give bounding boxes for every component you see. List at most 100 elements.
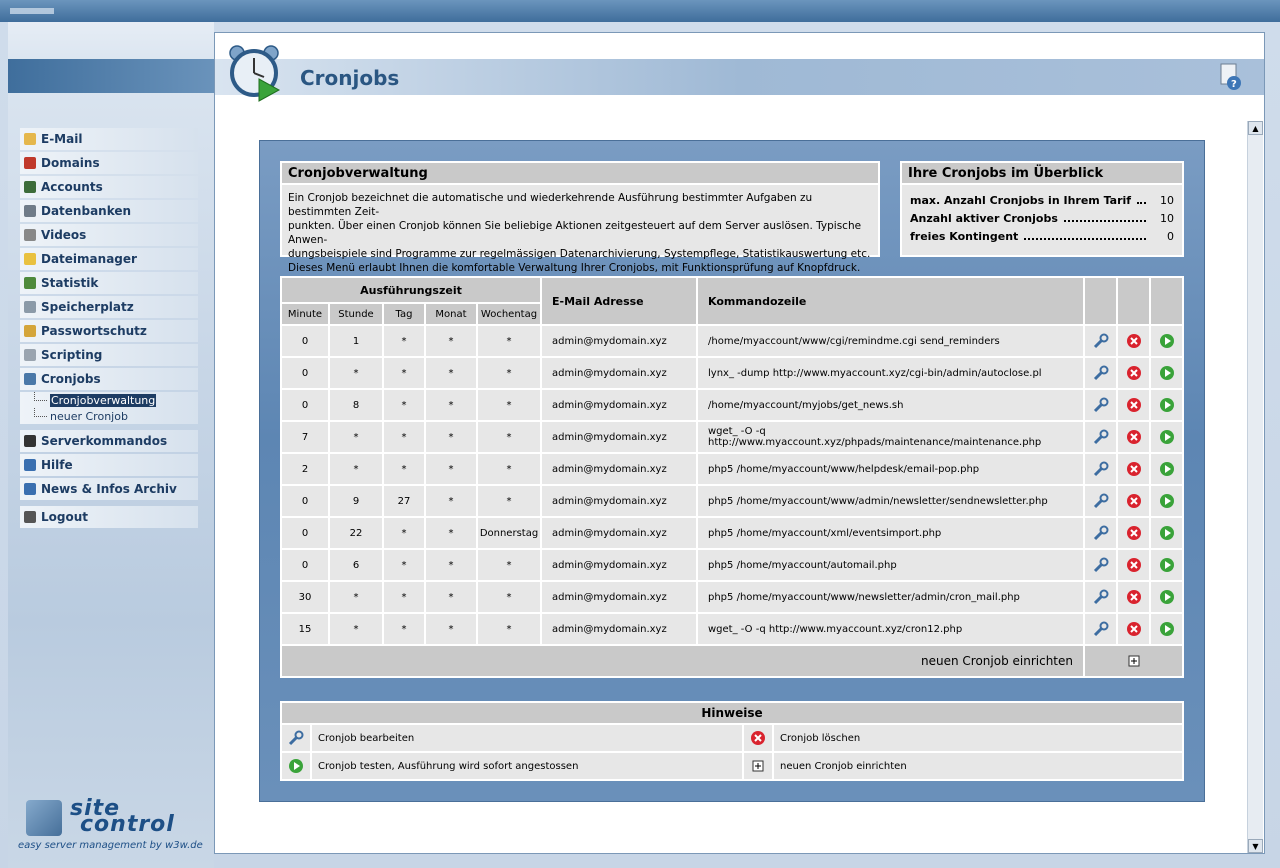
delete-button[interactable] xyxy=(1116,548,1151,582)
play-icon[interactable] xyxy=(1159,429,1175,445)
terminal-icon xyxy=(24,435,36,447)
delete-icon[interactable] xyxy=(1126,493,1142,509)
hint-run-label: Cronjob testen, Ausführung wird sofort a… xyxy=(310,751,744,781)
edit-button[interactable] xyxy=(1083,484,1118,518)
sidebar-item-e-mail[interactable]: E-Mail xyxy=(20,128,198,150)
delete-icon[interactable] xyxy=(1126,589,1142,605)
delete-button[interactable] xyxy=(1116,516,1151,550)
sidebar-item-accounts[interactable]: Accounts xyxy=(20,176,198,198)
wrench-icon[interactable] xyxy=(1093,333,1109,349)
edit-button[interactable] xyxy=(1083,388,1118,422)
wrench-icon[interactable] xyxy=(1093,557,1109,573)
run-button[interactable] xyxy=(1149,452,1184,486)
cell-stunde: 8 xyxy=(328,388,384,422)
sidebar-item-speicherplatz[interactable]: Speicherplatz xyxy=(20,296,198,318)
run-button[interactable] xyxy=(1149,580,1184,614)
edit-button[interactable] xyxy=(1083,580,1118,614)
sidebar-item-scripting[interactable]: Scripting xyxy=(20,344,198,366)
delete-button[interactable] xyxy=(1116,612,1151,646)
delete-button[interactable] xyxy=(1116,324,1151,358)
wrench-icon[interactable] xyxy=(1093,589,1109,605)
play-icon[interactable] xyxy=(1159,557,1175,573)
play-icon[interactable] xyxy=(1159,589,1175,605)
overview-row: freies Kontingent 0 xyxy=(910,227,1174,245)
delete-icon[interactable] xyxy=(1126,429,1142,445)
run-button[interactable] xyxy=(1149,516,1184,550)
edit-button[interactable] xyxy=(1083,452,1118,486)
window-tag xyxy=(10,8,54,14)
run-button[interactable] xyxy=(1149,420,1184,454)
delete-icon[interactable] xyxy=(1126,461,1142,477)
play-icon[interactable] xyxy=(1159,397,1175,413)
run-button[interactable] xyxy=(1149,356,1184,390)
run-button[interactable] xyxy=(1149,484,1184,518)
scroll-down-button[interactable]: ▼ xyxy=(1248,839,1263,853)
cell-monat: * xyxy=(424,388,478,422)
edit-button[interactable] xyxy=(1083,324,1118,358)
play-icon[interactable] xyxy=(1159,333,1175,349)
play-icon[interactable] xyxy=(1159,493,1175,509)
edit-button[interactable] xyxy=(1083,356,1118,390)
wrench-icon[interactable] xyxy=(1093,429,1109,445)
scroll-up-button[interactable]: ▲ xyxy=(1248,121,1263,135)
sidebar-item-datenbanken[interactable]: Datenbanken xyxy=(20,200,198,222)
add-cronjob-button[interactable] xyxy=(1083,644,1184,678)
sidebar-item-label: Logout xyxy=(41,510,89,524)
sidebar-band xyxy=(8,59,214,93)
folder-icon xyxy=(24,253,36,265)
cell-email: admin@mydomain.xyz xyxy=(540,548,698,582)
sidebar-item-dateimanager[interactable]: Dateimanager xyxy=(20,248,198,270)
cell-wochentag: * xyxy=(476,388,542,422)
delete-icon[interactable] xyxy=(1126,557,1142,573)
sidebar-item-news-infos-archiv[interactable]: News & Infos Archiv xyxy=(20,478,198,500)
plus-box-icon[interactable] xyxy=(1126,653,1142,669)
wrench-icon[interactable] xyxy=(1093,493,1109,509)
info-icon xyxy=(24,483,36,495)
group-header: Ausführungszeit xyxy=(280,276,542,304)
sidebar-item-statistik[interactable]: Statistik xyxy=(20,272,198,294)
run-button[interactable] xyxy=(1149,612,1184,646)
delete-icon[interactable] xyxy=(1126,365,1142,381)
wrench-icon[interactable] xyxy=(1093,525,1109,541)
run-button[interactable] xyxy=(1149,324,1184,358)
sidebar-item-passwortschutz[interactable]: Passwortschutz xyxy=(20,320,198,342)
sidebar-item-serverkommandos[interactable]: Serverkommandos xyxy=(20,430,198,452)
table-row: 7 * * * * admin@mydomain.xyz wget_ -O -q http:… xyxy=(280,420,1184,454)
edit-button[interactable] xyxy=(1083,516,1118,550)
delete-icon[interactable] xyxy=(1126,525,1142,541)
play-icon[interactable] xyxy=(1159,621,1175,637)
sidebar-item-videos[interactable]: Videos xyxy=(20,224,198,246)
run-button[interactable] xyxy=(1149,548,1184,582)
logout-button[interactable]: Logout xyxy=(20,506,198,528)
edit-button[interactable] xyxy=(1083,612,1118,646)
delete-button[interactable] xyxy=(1116,420,1151,454)
sidebar-item-cronjobs[interactable]: Cronjobs xyxy=(20,368,198,390)
edit-button[interactable] xyxy=(1083,420,1118,454)
wrench-icon[interactable] xyxy=(1093,461,1109,477)
wrench-icon[interactable] xyxy=(1093,621,1109,637)
delete-icon[interactable] xyxy=(1126,333,1142,349)
sidebar-item-hilfe[interactable]: Hilfe xyxy=(20,454,198,476)
play-icon[interactable] xyxy=(1159,365,1175,381)
wrench-icon[interactable] xyxy=(1093,397,1109,413)
delete-button[interactable] xyxy=(1116,388,1151,422)
delete-icon[interactable] xyxy=(1126,621,1142,637)
play-icon[interactable] xyxy=(1159,461,1175,477)
submenu-cronjobverwaltung[interactable]: Cronjobverwaltung xyxy=(20,392,198,408)
sidebar-item-label: Scripting xyxy=(41,348,103,362)
vertical-scrollbar[interactable]: ▲ ▼ xyxy=(1247,121,1263,853)
play-icon[interactable] xyxy=(1159,525,1175,541)
help-document-icon[interactable]: ? xyxy=(1220,63,1242,91)
delete-button[interactable] xyxy=(1116,356,1151,390)
delete-button[interactable] xyxy=(1116,484,1151,518)
submenu-neuer-cronjob[interactable]: neuer Cronjob xyxy=(20,408,198,424)
delete-icon[interactable] xyxy=(1126,397,1142,413)
wrench-icon[interactable] xyxy=(1093,365,1109,381)
delete-button[interactable] xyxy=(1116,580,1151,614)
sidebar-item-domains[interactable]: Domains xyxy=(20,152,198,174)
delete-button[interactable] xyxy=(1116,452,1151,486)
page-header: Cronjobs xyxy=(215,59,1264,95)
run-button[interactable] xyxy=(1149,388,1184,422)
new-cronjob-label[interactable]: neuen Cronjob einrichten xyxy=(280,644,1085,678)
edit-button[interactable] xyxy=(1083,548,1118,582)
